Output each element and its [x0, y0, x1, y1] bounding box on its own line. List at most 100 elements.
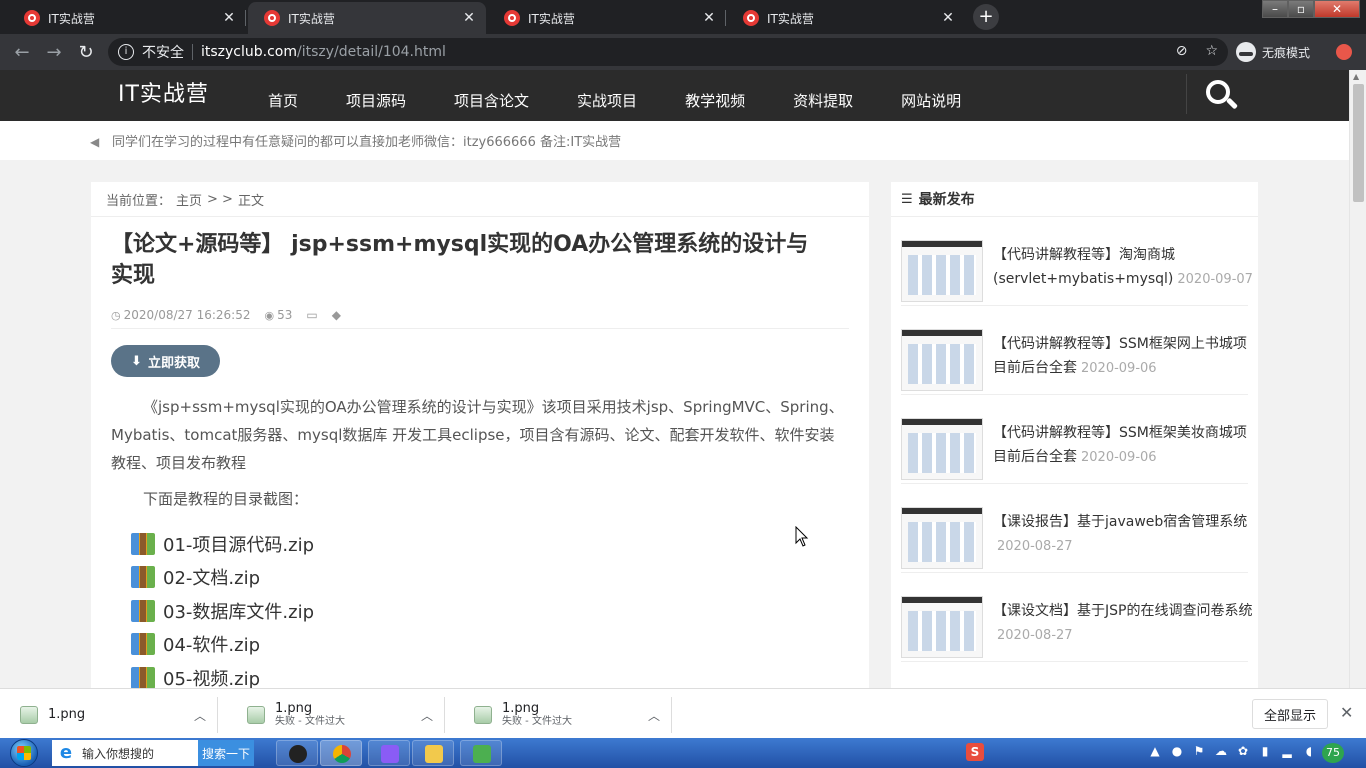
latest-posts-panel: ☰ 最新发布 【代码讲解教程等】淘淘商城(servlet+mybatis+mys… — [891, 182, 1258, 688]
chevron-up-icon[interactable]: ︿ — [648, 707, 660, 724]
incognito-icon — [1236, 42, 1256, 62]
scrollbar-thumb[interactable] — [1353, 84, 1364, 202]
tab-close-icon[interactable]: ✕ — [700, 10, 718, 26]
browser-toolbar: ← → ↻ i 不安全 itszyclub.com/itszy/detail/1… — [0, 34, 1366, 70]
browser-tab-3[interactable]: IT实战营 ✕ — [488, 2, 726, 34]
nav-link-resources[interactable]: 资料提取 — [793, 90, 853, 111]
show-all-downloads-button[interactable]: 全部显示 — [1252, 699, 1328, 729]
back-arrow-icon[interactable]: ← — [6, 42, 38, 63]
reload-icon[interactable]: ↻ — [70, 42, 102, 63]
download-divider — [217, 697, 218, 733]
site-favicon-icon — [743, 10, 759, 26]
battery-indicator[interactable]: 75 — [1322, 743, 1344, 763]
close-shelf-icon[interactable]: ✕ — [1340, 703, 1353, 722]
get-now-button[interactable]: ⬇ 立即获取 — [111, 345, 220, 377]
latest-post-item[interactable]: 【代码讲解教程等】SSM框架网上书城项目前后台全套 2020-09-06 — [901, 306, 1248, 395]
url-path: /itszy/detail/104.html — [297, 44, 446, 60]
address-bar[interactable]: i 不安全 itszyclub.com/itszy/detail/104.htm… — [108, 38, 1228, 66]
nav-link-videos[interactable]: 教学视频 — [685, 90, 745, 111]
start-button[interactable] — [6, 738, 44, 768]
file-item: 04-软件.zip — [131, 628, 869, 662]
volume-icon[interactable]: ◖ — [1302, 744, 1316, 760]
network-tray-icon[interactable]: ▮ — [1258, 744, 1272, 760]
download-item[interactable]: 1.png ︿ — [0, 697, 218, 733]
post-thumbnail[interactable] — [901, 418, 983, 480]
sogou-ime-icon[interactable]: S — [966, 743, 984, 761]
address-divider — [192, 44, 193, 60]
latest-posts-title: 最新发布 — [918, 192, 975, 208]
eye-off-icon[interactable]: ⊘ — [1176, 43, 1188, 59]
post-title[interactable]: 【课设报告】基于javaweb宿舍管理系统 — [993, 514, 1247, 530]
search-icon[interactable] — [1206, 80, 1239, 110]
tab-title: IT实战营 — [528, 11, 575, 26]
bookmark-star-icon[interactable]: ☆ — [1205, 43, 1218, 59]
incognito-indicator[interactable]: 无痕模式 — [1236, 40, 1310, 64]
latest-post-item[interactable]: 【代码讲解教程等】SSM框架美妆商城项目前后台全套 2020-09-06 — [901, 395, 1248, 484]
nav-link-source[interactable]: 项目源码 — [346, 90, 406, 111]
archive-icon — [131, 599, 155, 622]
post-thumbnail[interactable] — [901, 596, 983, 658]
post-title[interactable]: 【课设文档】基于JSP的在线调查问卷系统 — [993, 603, 1252, 619]
site-info-icon[interactable]: i — [118, 44, 134, 60]
taskbar-search-button[interactable]: 搜索一下 — [198, 740, 254, 766]
post-thumbnail[interactable] — [901, 240, 983, 302]
post-thumbnail[interactable] — [901, 329, 983, 391]
post-thumbnail[interactable] — [901, 507, 983, 569]
latest-posts-heading: ☰ 最新发布 — [891, 182, 1258, 217]
scroll-up-icon[interactable]: ▲ — [1353, 72, 1359, 81]
taskbar-app-explorer[interactable] — [412, 740, 454, 766]
security-label: 不安全 — [142, 45, 184, 61]
incognito-label: 无痕模式 — [1262, 45, 1311, 60]
browser-tab-1[interactable]: IT实战营 ✕ — [8, 2, 246, 34]
taskbar-app-chrome[interactable] — [320, 740, 362, 766]
tab-divider — [245, 10, 246, 26]
breadcrumb-home-link[interactable]: 主页 — [176, 190, 202, 209]
gear-tray-icon[interactable]: ✿ — [1236, 744, 1250, 760]
nav-link-home[interactable]: 首页 — [268, 90, 298, 111]
latest-post-item[interactable]: 【课设报告】基于javaweb宿舍管理系统 2020-08-27 — [901, 484, 1248, 573]
browser-tab-2[interactable]: IT实战营 ✕ — [248, 2, 486, 34]
taskbar-app-player[interactable] — [368, 740, 410, 766]
taskbar-app-tool[interactable] — [460, 740, 502, 766]
taskbar-search-box[interactable]: e 输入你想搜的 — [52, 740, 198, 766]
tray-expand-icon[interactable]: ▲ — [1148, 744, 1162, 760]
taskbar-app-qq[interactable] — [276, 740, 318, 766]
chevron-up-icon[interactable]: ︿ — [421, 707, 433, 724]
taskbar-search-placeholder: 输入你想搜的 — [82, 746, 155, 761]
minimize-window-button[interactable]: – — [1262, 0, 1288, 18]
maximize-window-button[interactable]: ▫ — [1288, 0, 1314, 18]
archive-icon — [131, 532, 155, 555]
new-tab-button[interactable]: + — [973, 4, 999, 30]
folder-icon — [425, 745, 443, 763]
site-logo[interactable]: IT实战营 — [118, 76, 209, 108]
tab-title: IT实战营 — [48, 11, 95, 26]
qq-tray-icon[interactable]: ● — [1170, 744, 1184, 760]
download-filename: 1.png — [502, 701, 540, 716]
download-status: 失败 - 文件过大 — [275, 716, 345, 727]
extension-icon[interactable] — [1336, 44, 1352, 60]
tab-close-icon[interactable]: ✕ — [460, 10, 478, 26]
post-title[interactable]: 【代码讲解教程等】淘淘商城(servlet+mybatis+mysql) — [993, 247, 1175, 287]
close-window-button[interactable]: ✕ — [1314, 0, 1360, 18]
download-filename: 1.png — [48, 707, 86, 722]
folder-icon: ▭ — [306, 307, 318, 322]
download-item[interactable]: 1.png 失败 - 文件过大 ︿ — [227, 697, 445, 733]
nav-link-thesis[interactable]: 项目含论文 — [454, 90, 529, 111]
cloud-tray-icon[interactable]: ☁ — [1214, 744, 1228, 760]
media-player-icon — [381, 745, 399, 763]
chevron-up-icon[interactable]: ︿ — [194, 707, 206, 724]
forward-arrow-icon[interactable]: → — [38, 42, 70, 63]
nav-link-projects[interactable]: 实战项目 — [577, 90, 637, 111]
download-item[interactable]: 1.png 失败 - 文件过大 ︿ — [454, 697, 672, 733]
notice-text: 同学们在学习的过程中有任意疑问的都可以直接加老师微信：itzy666666 备注… — [112, 135, 622, 150]
latest-post-item[interactable]: 【课设文档】基于JSP的在线调查问卷系统 2020-08-27 — [901, 573, 1252, 662]
browser-tab-4[interactable]: IT实战营 ✕ — [727, 2, 965, 34]
latest-post-item[interactable]: 【代码讲解教程等】淘淘商城(servlet+mybatis+mysql) 2020… — [901, 217, 1253, 306]
flag-tray-icon[interactable]: ⚑ — [1192, 744, 1206, 760]
tab-close-icon[interactable]: ✕ — [939, 10, 957, 26]
nav-link-about[interactable]: 网站说明 — [901, 90, 961, 111]
tab-close-icon[interactable]: ✕ — [220, 10, 238, 26]
signal-tray-icon[interactable]: ▂ — [1280, 744, 1294, 760]
address-bar-actions: ⊘ ☆ — [1176, 43, 1218, 59]
page-scrollbar[interactable]: ▲ — [1349, 70, 1366, 688]
